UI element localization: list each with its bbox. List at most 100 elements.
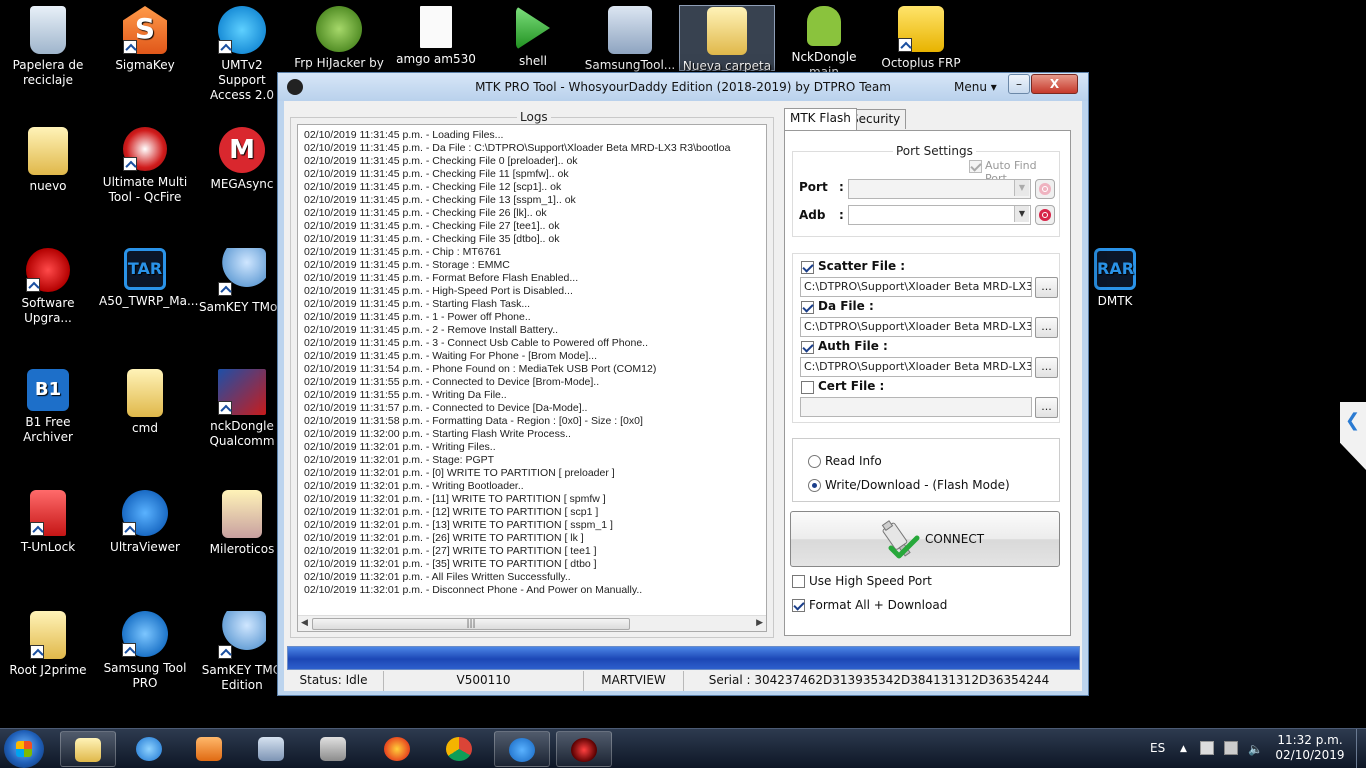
close-button[interactable]: X [1031, 74, 1078, 94]
network-icon[interactable] [1224, 741, 1238, 755]
adb-dropdown-arrow-icon[interactable]: ▼ [1014, 206, 1029, 222]
scroll-right-arrow-icon[interactable]: ▶ [756, 618, 763, 628]
port-select[interactable] [848, 179, 1031, 199]
window-client: Logs 02/10/2019 11:31:45 p.m. - Loading … [284, 101, 1082, 691]
da-browse-button[interactable]: ... [1035, 317, 1058, 338]
volume-icon[interactable]: 🔈 [1248, 729, 1263, 768]
da-file-checkbox[interactable] [801, 301, 814, 314]
cert-file-checkbox[interactable] [801, 381, 814, 394]
menu-button[interactable]: Menu ▾ [954, 80, 997, 94]
folder-icon [707, 7, 747, 55]
log-line: 02/10/2019 11:32:01 p.m. - [13] WRITE TO… [304, 519, 613, 531]
clock[interactable]: 11:32 p.m. 02/10/2019 [1270, 733, 1350, 763]
desktop-icon-ultraviewer[interactable]: UltraViewer [97, 484, 193, 555]
ultraviewer-icon [122, 490, 168, 536]
taskbar-media-player[interactable] [182, 731, 238, 767]
desktop-icon-nueva-carpeta[interactable]: Nueva carpeta [679, 5, 775, 73]
auth-browse-button[interactable]: ... [1035, 357, 1058, 378]
high-speed-port-checkbox[interactable] [792, 575, 805, 588]
taskbar-explorer[interactable] [60, 731, 116, 767]
auth-file-label: Auth File : [818, 339, 888, 353]
log-line: 02/10/2019 11:31:55 p.m. - Connected to … [304, 376, 600, 388]
desktop-icon-octoplus-frp[interactable]: Octoplus FRP [873, 0, 969, 71]
log-line: 02/10/2019 11:32:01 p.m. - Stage: PGPT [304, 454, 495, 466]
desktop-icon-cmd[interactable]: cmd [97, 363, 193, 436]
log-line: 02/10/2019 11:31:45 p.m. - Waiting For P… [304, 350, 597, 362]
scroll-thumb[interactable]: ||| [312, 618, 630, 630]
desktop-icon-a50-twrp[interactable]: TAR A50_TWRP_Ma... [97, 242, 198, 309]
scroll-left-arrow-icon[interactable]: ◀ [301, 618, 308, 628]
port-dropdown-arrow-icon[interactable]: ▼ [1014, 180, 1029, 196]
desktop-icon-t-unlock[interactable]: T-UnLock [0, 484, 96, 555]
log-line: 02/10/2019 11:32:01 p.m. - [35] WRITE TO… [304, 558, 597, 570]
taskbar: ES ▲ 🔈 11:32 p.m. 02/10/2019 [0, 728, 1366, 768]
desktop-icon-samkey-tmo-edition[interactable]: SamKEY TMO Edition [194, 605, 290, 693]
adb-label: Adb [799, 208, 826, 222]
desktop-icon-shell[interactable]: shell [485, 0, 581, 69]
language-indicator[interactable]: ES [1150, 729, 1165, 768]
status-brand: MARTVIEW [584, 671, 684, 691]
sigmakey-icon: S [123, 6, 167, 54]
status-bar: Status: Idle V500110 MARTVIEW Serial : 3… [284, 671, 1082, 691]
connect-button[interactable]: CONNECT [790, 511, 1060, 567]
desktop-icon-label: UMTv2 Support Access 2.0 [210, 58, 274, 102]
desktop-icon-root-j2prime[interactable]: Root J2prime [0, 605, 96, 678]
adb-refresh-button[interactable] [1035, 205, 1055, 225]
desktop-icon-nckdongle-qualcomm[interactable]: nckDongle Qualcomm [194, 363, 290, 449]
scatter-file-checkbox[interactable] [801, 261, 814, 274]
taskbar-firefox[interactable] [370, 731, 426, 767]
title-bar[interactable]: MTK PRO Tool - WhosyourDaddy Edition (20… [278, 73, 1088, 101]
desktop-icon-label: Octoplus FRP [881, 56, 961, 70]
port-refresh-button[interactable] [1035, 179, 1055, 199]
taskbar-installer[interactable] [306, 731, 362, 767]
desktop-icon-nuevo[interactable]: nuevo [0, 121, 96, 194]
read-info-radio[interactable] [808, 455, 821, 468]
write-download-label: Write/Download - (Flash Mode) [825, 478, 1010, 492]
auto-find-port-checkbox[interactable] [969, 160, 982, 173]
recycle-bin-icon [30, 6, 66, 54]
tab-mtk-flash[interactable]: MTK Flash [784, 108, 857, 130]
show-hidden-icons[interactable]: ▲ [1180, 729, 1187, 768]
desktop-icon-samsungtool[interactable]: SamsungTool... [582, 0, 678, 73]
auth-file-path[interactable]: C:\DTPRO\Support\Xloader Beta MRD-LX3 R3 [800, 357, 1032, 377]
scatter-file-path[interactable]: C:\DTPRO\Support\Xloader Beta MRD-LX3 R3 [800, 277, 1032, 297]
show-desktop-button[interactable] [1356, 729, 1366, 768]
desktop-icon-mileroticos[interactable]: Mileroticos [194, 484, 290, 557]
cert-browse-button[interactable]: ... [1035, 397, 1058, 418]
taskbar-device-manager[interactable] [244, 731, 300, 767]
desktop-icon-samkey-tmob[interactable]: SamKEY TMob [194, 242, 290, 315]
format-all-checkbox[interactable] [792, 599, 805, 612]
desktop-icon-megasync[interactable]: M MEGAsync [194, 121, 290, 192]
log-line: 02/10/2019 11:31:58 p.m. - Formatting Da… [304, 415, 643, 427]
desktop-icon-ultimate-multi-tool[interactable]: Ultimate Multi Tool - QcFire [97, 121, 193, 205]
start-button[interactable] [4, 730, 44, 768]
desktop-icon-samsung-tool-pro[interactable]: Samsung Tool PRO [97, 605, 193, 691]
clock-date: 02/10/2019 [1275, 748, 1345, 762]
da-file-path[interactable]: C:\DTPRO\Support\Xloader Beta MRD-LX3 R3 [800, 317, 1032, 337]
action-center-icon[interactable] [1200, 741, 1214, 755]
logs-list[interactable]: 02/10/2019 11:31:45 p.m. - Loading Files… [297, 124, 767, 632]
desktop-icon-nckdongle-main[interactable]: NckDongle main [776, 0, 872, 80]
taskbar-chrome[interactable] [432, 731, 488, 767]
write-download-radio[interactable] [808, 479, 821, 492]
taskbar-ultraviewer[interactable] [494, 731, 550, 767]
cert-file-path[interactable] [800, 397, 1032, 417]
desktop-icon-b1-archiver[interactable]: B1 B1 Free Archiver [0, 363, 96, 445]
desktop-icon-sigmakey[interactable]: S SigmaKey [97, 0, 193, 73]
scatter-browse-button[interactable]: ... [1035, 277, 1058, 298]
minimize-button[interactable]: – [1008, 74, 1030, 94]
adb-select[interactable] [848, 205, 1031, 225]
taskbar-mtk-pro-tool[interactable] [556, 731, 612, 767]
taskbar-internet-explorer[interactable] [122, 731, 178, 767]
desktop-icon-amgo[interactable]: amgo am530 [388, 0, 484, 67]
log-line: 02/10/2019 11:31:55 p.m. - Writing Da Fi… [304, 389, 507, 401]
side-panel-tab[interactable]: ❮ [1340, 402, 1366, 470]
desktop-icon-software-upgrade[interactable]: Software Upgra... [0, 242, 96, 326]
log-line: 02/10/2019 11:32:01 p.m. - [26] WRITE TO… [304, 532, 584, 544]
desktop-icon-label: shell [519, 54, 547, 68]
desktop-icon-frp-hijacker[interactable]: Frp HiJacker by [291, 0, 387, 71]
auth-file-checkbox[interactable] [801, 341, 814, 354]
horizontal-scrollbar[interactable]: ◀ ||| ▶ [298, 615, 766, 631]
desktop-icon-umtv2[interactable]: UMTv2 Support Access 2.0 [194, 0, 290, 103]
desktop-icon-recycle-bin[interactable]: Papelera de reciclaje [0, 0, 96, 88]
